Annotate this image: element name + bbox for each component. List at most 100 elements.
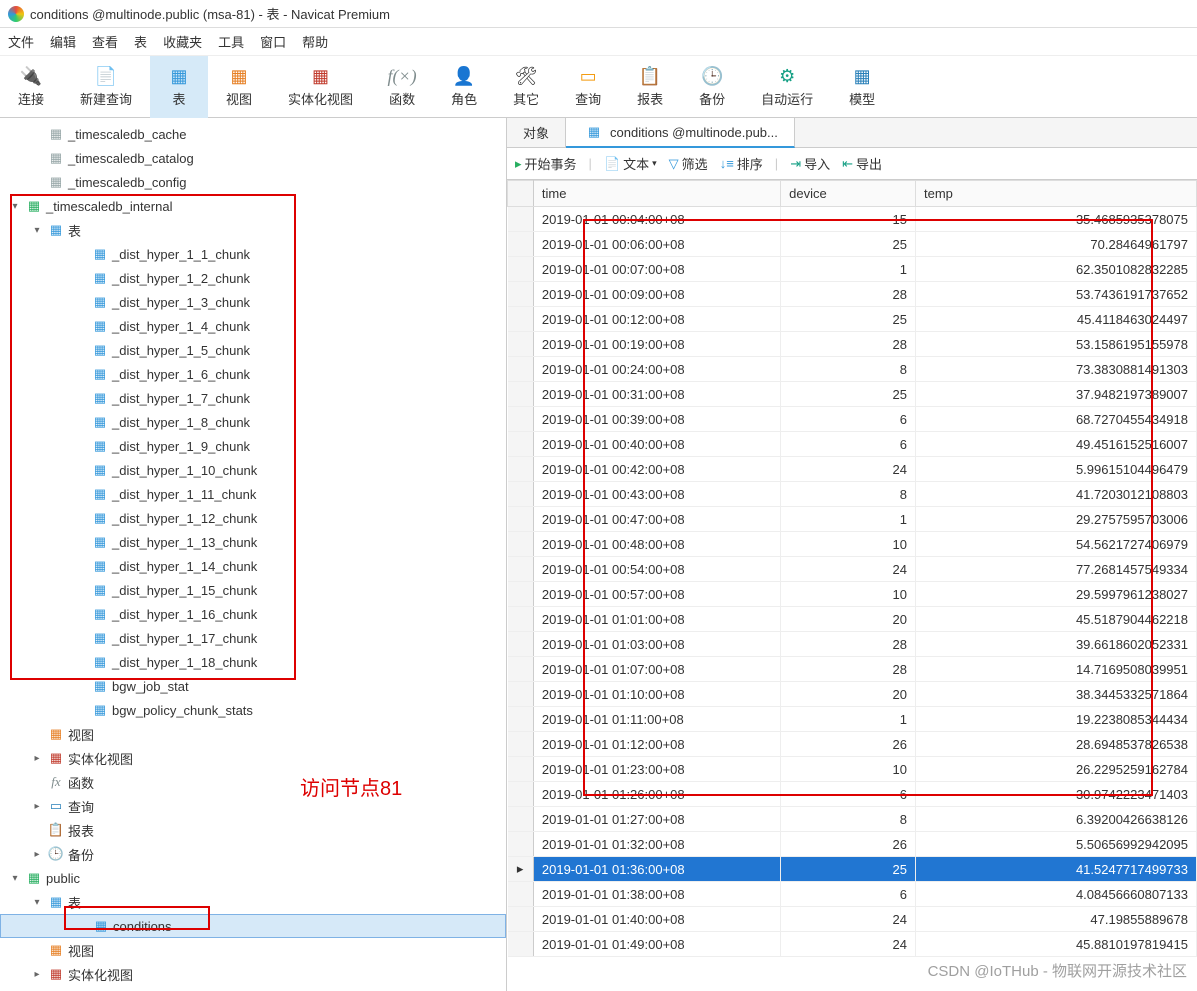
cell-temp[interactable]: 4.08456660807133 [915,882,1196,907]
cell-temp[interactable]: 68.7270455434918 [915,407,1196,432]
cell-time[interactable]: 2019-01-01 00:43:00+08 [533,482,780,507]
cell-temp[interactable]: 62.3501082832285 [915,257,1196,282]
cell-temp[interactable]: 6.39200426638126 [915,807,1196,832]
table-_dist_hyper_1_7_chunk[interactable]: ▦_dist_hyper_1_7_chunk [0,386,506,410]
table-row[interactable]: 2019-01-01 01:26:00+08630.9742223471403 [508,782,1197,807]
table-bgw_policy_chunk_stats[interactable]: ▦bgw_policy_chunk_stats [0,698,506,722]
toolbar-function[interactable]: f(×)函数 [371,56,433,118]
table-row[interactable]: 2019-01-01 01:40:00+082447.19855889678 [508,907,1197,932]
cell-temp[interactable]: 47.19855889678 [915,907,1196,932]
cell-device[interactable]: 1 [781,257,916,282]
cell-time[interactable]: 2019-01-01 00:19:00+08 [533,332,780,357]
cell-time[interactable]: 2019-01-01 00:48:00+08 [533,532,780,557]
cell-temp[interactable]: 5.50656992942095 [915,832,1196,857]
cell-temp[interactable]: 28.6948537826538 [915,732,1196,757]
table-_dist_hyper_1_12_chunk[interactable]: ▦_dist_hyper_1_12_chunk [0,506,506,530]
table-_dist_hyper_1_16_chunk[interactable]: ▦_dist_hyper_1_16_chunk [0,602,506,626]
cell-time[interactable]: 2019-01-01 00:04:00+08 [533,207,780,232]
table-_dist_hyper_1_14_chunk[interactable]: ▦_dist_hyper_1_14_chunk [0,554,506,578]
action-import[interactable]: ⇥导入 [790,154,830,173]
cell-temp[interactable]: 54.5621727406979 [915,532,1196,557]
menu-view[interactable]: 查看 [92,32,118,51]
action-export[interactable]: ⇤导出 [842,154,882,173]
table-_dist_hyper_1_6_chunk[interactable]: ▦_dist_hyper_1_6_chunk [0,362,506,386]
cell-time[interactable]: 2019-01-01 01:10:00+08 [533,682,780,707]
cell-time[interactable]: 2019-01-01 00:39:00+08 [533,407,780,432]
cell-time[interactable]: 2019-01-01 00:12:00+08 [533,307,780,332]
table-row[interactable]: 2019-01-01 01:07:00+082814.7169508039951 [508,657,1197,682]
action-text[interactable]: 📄文本▾ [604,154,657,173]
cell-temp[interactable]: 26.2295259162784 [915,757,1196,782]
cell-time[interactable]: 2019-01-01 00:06:00+08 [533,232,780,257]
table-row[interactable]: 2019-01-01 01:01:00+082045.5187904462218 [508,607,1197,632]
cell-device[interactable]: 28 [781,632,916,657]
table-row[interactable]: 2019-01-01 01:11:00+08119.2238085344434 [508,707,1197,732]
toolbar-report[interactable]: 📋报表 [619,56,681,118]
cell-device[interactable]: 1 [781,507,916,532]
cell-device[interactable]: 6 [781,432,916,457]
table-row[interactable]: 2019-01-01 00:40:00+08649.4516152516007 [508,432,1197,457]
action-filter[interactable]: ▽筛选 [669,154,708,173]
cell-time[interactable]: 2019-01-01 00:24:00+08 [533,357,780,382]
cell-time[interactable]: 2019-01-01 01:26:00+08 [533,782,780,807]
cell-temp[interactable]: 49.4516152516007 [915,432,1196,457]
cell-device[interactable]: 1 [781,707,916,732]
table-_dist_hyper_1_18_chunk[interactable]: ▦_dist_hyper_1_18_chunk [0,650,506,674]
table-_dist_hyper_1_9_chunk[interactable]: ▦_dist_hyper_1_9_chunk [0,434,506,458]
table-row[interactable]: 2019-01-01 00:43:00+08841.7203012108803 [508,482,1197,507]
table-row[interactable]: 2019-01-01 01:03:00+082839.6618602052331 [508,632,1197,657]
cell-temp[interactable]: 5.99615104496479 [915,457,1196,482]
cell-device[interactable]: 28 [781,332,916,357]
toolbar-new-query[interactable]: 📄新建查询 [62,56,150,118]
cell-device[interactable]: 25 [781,307,916,332]
cell-temp[interactable]: 14.7169508039951 [915,657,1196,682]
table-_dist_hyper_1_10_chunk[interactable]: ▦_dist_hyper_1_10_chunk [0,458,506,482]
public-views-node[interactable]: ▦视图 [0,938,506,962]
table-_dist_hyper_1_17_chunk[interactable]: ▦_dist_hyper_1_17_chunk [0,626,506,650]
cell-device[interactable]: 24 [781,907,916,932]
cell-device[interactable]: 8 [781,482,916,507]
matviews-node[interactable]: ▸▦实体化视图 [0,746,506,770]
toolbar-view[interactable]: ▦视图 [208,56,270,118]
cell-time[interactable]: 2019-01-01 00:09:00+08 [533,282,780,307]
menu-window[interactable]: 窗口 [260,32,286,51]
functions-node[interactable]: fx函数 [0,770,506,794]
cell-time[interactable]: 2019-01-01 01:23:00+08 [533,757,780,782]
cell-temp[interactable]: 19.2238085344434 [915,707,1196,732]
cell-time[interactable]: 2019-01-01 00:07:00+08 [533,257,780,282]
table-_dist_hyper_1_8_chunk[interactable]: ▦_dist_hyper_1_8_chunk [0,410,506,434]
schema-_timescaledb_catalog[interactable]: ▦_timescaledb_catalog [0,146,506,170]
table-_dist_hyper_1_11_chunk[interactable]: ▦_dist_hyper_1_11_chunk [0,482,506,506]
tab-conditions[interactable]: ▦conditions @multinode.pub... [566,118,795,148]
cell-device[interactable]: 10 [781,582,916,607]
schema-internal[interactable]: ▾▦_timescaledb_internal [0,194,506,218]
cell-time[interactable]: 2019-01-01 00:47:00+08 [533,507,780,532]
cell-time[interactable]: 2019-01-01 01:12:00+08 [533,732,780,757]
table-_dist_hyper_1_5_chunk[interactable]: ▦_dist_hyper_1_5_chunk [0,338,506,362]
schema-_timescaledb_config[interactable]: ▦_timescaledb_config [0,170,506,194]
table-row[interactable]: 2019-01-01 00:12:00+082545.4118463024497 [508,307,1197,332]
cell-temp[interactable]: 30.9742223471403 [915,782,1196,807]
table-row[interactable]: 2019-01-01 00:04:00+081535.4685935378075 [508,207,1197,232]
cell-temp[interactable]: 35.4685935378075 [915,207,1196,232]
table-row[interactable]: 2019-01-01 00:48:00+081054.5621727406979 [508,532,1197,557]
table-row[interactable]: 2019-01-01 00:42:00+08245.99615104496479 [508,457,1197,482]
tab-objects[interactable]: 对象 [507,118,566,147]
toolbar-connect[interactable]: 🔌连接 [0,56,62,118]
public-tables-node[interactable]: ▾▦表 [0,890,506,914]
col-time[interactable]: time [533,181,780,207]
cell-device[interactable]: 20 [781,607,916,632]
cell-time[interactable]: 2019-01-01 00:57:00+08 [533,582,780,607]
toolbar-model[interactable]: ▦模型 [831,56,893,118]
table-row[interactable]: 2019-01-01 01:49:00+082445.8810197819415 [508,932,1197,957]
cell-device[interactable]: 24 [781,932,916,957]
cell-time[interactable]: 2019-01-01 00:31:00+08 [533,382,780,407]
cell-temp[interactable]: 53.1586195155978 [915,332,1196,357]
menu-favorites[interactable]: 收藏夹 [163,32,202,51]
table-row[interactable]: 2019-01-01 00:24:00+08873.3830881491303 [508,357,1197,382]
cell-time[interactable]: 2019-01-01 00:42:00+08 [533,457,780,482]
toolbar-autorun[interactable]: ⚙自动运行 [743,56,831,118]
cell-time[interactable]: 2019-01-01 01:49:00+08 [533,932,780,957]
table-_dist_hyper_1_15_chunk[interactable]: ▦_dist_hyper_1_15_chunk [0,578,506,602]
cell-temp[interactable]: 45.4118463024497 [915,307,1196,332]
